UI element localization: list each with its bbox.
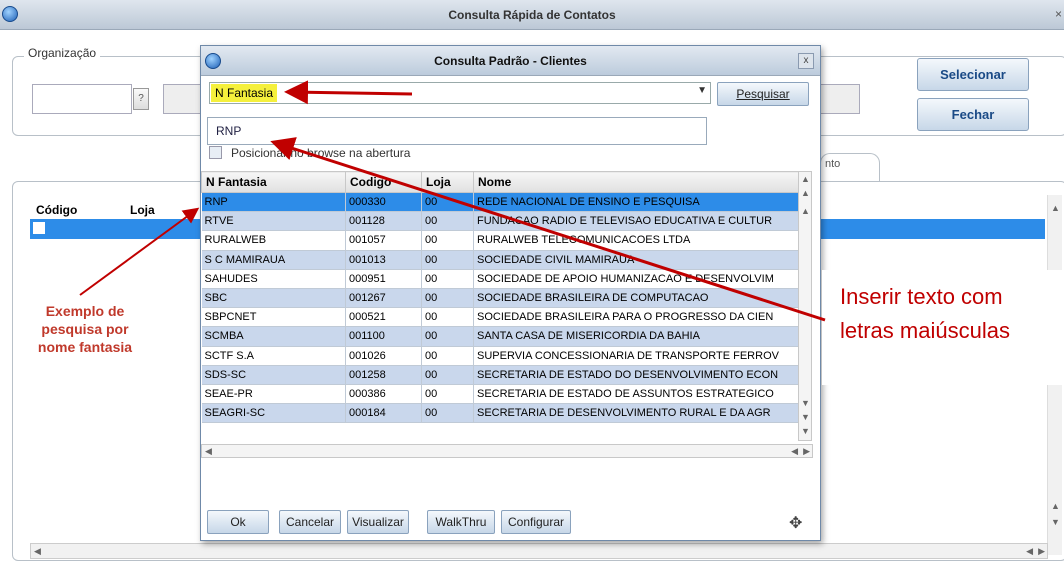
search-field-select[interactable]: N Fantasia ▼: [209, 82, 711, 104]
search-field-value: N Fantasia: [211, 84, 278, 102]
configure-button[interactable]: Configurar: [501, 510, 571, 534]
search-input[interactable]: RNP: [207, 117, 707, 145]
annotation-line-1: Inserir texto com: [840, 284, 1003, 309]
table-row[interactable]: SCMBA 001100 00 SANTA CASA DE MISERICORDIA …: [201, 326, 800, 347]
table-row[interactable]: SBPCNET 000521 00 SOCIEDADE BRASILEIRA PARA…: [201, 307, 800, 328]
table-vertical-scrollbar[interactable]: ▲ ▲ ▲ ▼ ▼ ▼: [798, 171, 812, 441]
select-button[interactable]: Selecionar: [917, 58, 1029, 91]
main-close-button[interactable]: ×: [1055, 7, 1062, 21]
chevron-down-icon[interactable]: ▼: [697, 85, 707, 96]
dialog-title-bar: Consulta Padrão - Clientes x: [201, 46, 820, 76]
contacts-horizontal-scrollbar[interactable]: ◀ ◀ ▶: [30, 543, 1048, 559]
walkthru-button[interactable]: WalkThru: [427, 510, 495, 534]
organization-label: Organização: [24, 46, 101, 60]
lookup-dialog: Consulta Padrão - Clientes x N Fantasia …: [200, 45, 821, 541]
table-row[interactable]: SBC 001267 00 SOCIEDADE BRASILEIRA DE COMPU…: [201, 288, 800, 309]
contacts-grid-header: Código Loja: [30, 200, 210, 220]
main-window-title: Consulta Rápida de Contatos: [448, 8, 616, 22]
move-icon[interactable]: ✥: [789, 513, 802, 533]
column-nome[interactable]: Nome: [473, 171, 800, 193]
main-title-bar: Consulta Rápida de Contatos ×: [0, 0, 1064, 30]
column-codigo[interactable]: Codigo: [345, 171, 422, 193]
close-button[interactable]: Fechar: [917, 98, 1029, 131]
table-row[interactable]: S C MAMIRAUA 001013 00 SOCIEDADE CIVIL MAMI…: [201, 250, 800, 270]
results-table: N Fantasia Codigo Loja Nome RNP 000330 00 R…: [201, 171, 811, 424]
table-row[interactable]: SAHUDES 000951 00 SOCIEDADE DE APOIO HUMANI…: [201, 269, 800, 289]
position-checkbox[interactable]: [209, 146, 222, 159]
tab-partial[interactable]: nto: [820, 153, 880, 181]
cancel-button[interactable]: Cancelar: [279, 510, 341, 534]
column-n-fantasia[interactable]: N Fantasia: [201, 171, 346, 193]
table-row[interactable]: SEAE-PR 000386 00 SECRETARIA DE ESTADO DE A…: [201, 384, 800, 405]
table-horizontal-scrollbar[interactable]: ◀ ◀ ▶: [201, 444, 813, 458]
organization-lookup-button[interactable]: ?: [133, 88, 149, 110]
table-row[interactable]: SCTF S.A 001026 00 SUPERVIA CONCESSIONARIA …: [201, 346, 800, 366]
table-row[interactable]: RTVE 001128 00 FUNDACAO RADIO E TELEVISAO E…: [201, 211, 800, 232]
organization-code-input[interactable]: [32, 84, 132, 114]
dialog-title: Consulta Padrão - Clientes: [434, 54, 587, 68]
column-loja[interactable]: Loja: [421, 171, 474, 193]
row-checkbox[interactable]: [33, 222, 45, 234]
table-row[interactable]: SDS-SC 001258 00 SECRETARIA DE ESTADO DO DE…: [201, 365, 800, 385]
dialog-close-button[interactable]: x: [798, 53, 814, 69]
table-row[interactable]: RNP 000330 00 REDE NACIONAL DE ENSINO E PES…: [201, 192, 800, 213]
annotation-line-2: letras maiúsculas: [840, 318, 1010, 343]
table-row[interactable]: RURALWEB 001057 00 RURALWEB TELECOMUNICACOE…: [201, 230, 800, 251]
annotation-example: Exemplo de pesquisa por nome fantasia: [37, 303, 133, 355]
annotation-uppercase: Inserir texto com letras maiúsculas: [822, 270, 1064, 385]
column-codigo[interactable]: Código: [36, 203, 77, 217]
visualize-button[interactable]: Visualizar: [347, 510, 409, 534]
column-loja[interactable]: Loja: [130, 203, 155, 217]
table-row[interactable]: SEAGRI-SC 000184 00 SECRETARIA DE DESENVOLV…: [201, 403, 800, 424]
position-checkbox-label: Posicionar no browse na abertura: [231, 146, 411, 160]
search-button[interactable]: Pesquisar: [717, 82, 809, 106]
ok-button[interactable]: Ok: [207, 510, 269, 534]
